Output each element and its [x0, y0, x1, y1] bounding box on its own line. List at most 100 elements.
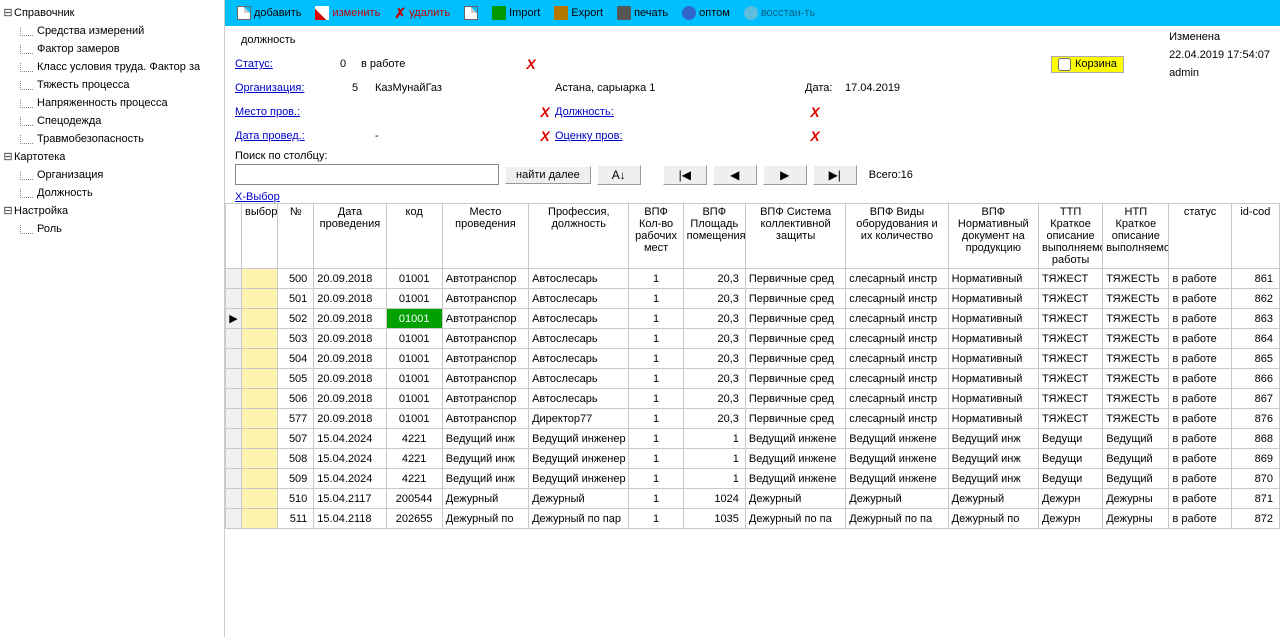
restore-icon	[744, 6, 758, 20]
tree-item[interactable]: Средства измерений	[0, 22, 224, 40]
tree-toggle-icon[interactable]: ⊟	[2, 202, 14, 220]
table-row[interactable]: 51015.04.2117200544ДежурныйДежурный11024…	[226, 489, 1280, 509]
tree-item[interactable]: Спецодежда	[0, 112, 224, 130]
org-link[interactable]: Организация:	[235, 82, 335, 94]
status-value: 0	[325, 58, 361, 70]
column-header[interactable]: ВПФ Система коллективной защиты	[745, 204, 845, 269]
column-header[interactable]: ВПФ Нормативный документ на продукцию	[948, 204, 1038, 269]
mesto-link[interactable]: Место пров.:	[235, 106, 335, 118]
korzina-checkbox[interactable]: Корзина	[1051, 56, 1124, 73]
dataprov-link[interactable]: Дата провед.:	[235, 130, 335, 142]
import-icon	[492, 6, 506, 20]
total-label: Всего:16	[869, 169, 913, 181]
sort-az-icon: A↓	[612, 168, 626, 182]
print-button[interactable]: печать	[611, 4, 674, 22]
column-header[interactable]: id-cod	[1231, 204, 1279, 269]
column-header[interactable]: Место проведения	[442, 204, 528, 269]
sort-button[interactable]: A↓	[597, 165, 641, 185]
delete-icon: ✗	[394, 6, 406, 20]
status-link[interactable]: Статус:	[235, 58, 325, 70]
tree-item[interactable]: Фактор замеров	[0, 40, 224, 58]
x-vybor-link[interactable]: X-Выбор	[225, 191, 1280, 203]
ocenka-link[interactable]: Оценку пров:	[555, 130, 635, 142]
mesto-clear-icon[interactable]: X	[535, 104, 555, 120]
tree-item[interactable]: Роль	[0, 220, 224, 238]
refresh-icon	[464, 6, 478, 20]
table-row[interactable]: 50520.09.201801001АвтотранспорАвтослесар…	[226, 369, 1280, 389]
status-text: в работе	[361, 58, 521, 70]
add-button[interactable]: добавить	[231, 4, 307, 22]
ocenka-clear-icon[interactable]: X	[805, 128, 825, 144]
tree-item[interactable]: Должность	[0, 184, 224, 202]
table-row[interactable]: 50020.09.201801001АвтотранспорАвтослесар…	[226, 269, 1280, 289]
find-next-button[interactable]: найти далее	[505, 166, 591, 184]
edit-icon	[315, 6, 329, 20]
delete-button[interactable]: ✗удалить	[388, 4, 456, 22]
edit-button[interactable]: изменить	[309, 4, 386, 22]
meta-block: Изменена 22.04.2019 17:54:07 admin	[1169, 28, 1270, 82]
table-row[interactable]: 50915.04.20244221Ведущий инжВедущий инже…	[226, 469, 1280, 489]
data-grid[interactable]: выбор№Дата проведениякодМесто проведения…	[225, 203, 1280, 529]
optom-icon	[682, 6, 696, 20]
export-icon	[554, 6, 568, 20]
tree-toggle-icon[interactable]: ⊟	[2, 148, 14, 166]
export-button[interactable]: Export	[548, 4, 609, 22]
nav-last-button[interactable]: ▶|	[813, 165, 857, 185]
next-icon: ▶	[780, 168, 789, 182]
org-value: 5	[335, 82, 375, 94]
status-clear-icon[interactable]: X	[521, 56, 541, 72]
tree-node[interactable]: Настройка	[14, 205, 68, 217]
tree-item[interactable]: Травмобезопасность	[0, 130, 224, 148]
column-header[interactable]: НТП Краткое описание выполняемой	[1103, 204, 1169, 269]
tree-item[interactable]: Класс условия труда. Фактор за	[0, 58, 224, 76]
import-button[interactable]: Import	[486, 4, 546, 22]
column-header[interactable]: статус	[1169, 204, 1231, 269]
tree-toggle-icon[interactable]: ⊟	[2, 4, 14, 22]
column-header[interactable]: ВПФ Кол-во рабочих мест	[629, 204, 683, 269]
print-icon	[617, 6, 631, 20]
nav-prev-button[interactable]: ◀	[713, 165, 757, 185]
nav-next-button[interactable]: ▶	[763, 165, 807, 185]
dolzh-link[interactable]: Должность:	[555, 106, 635, 118]
date-label: Дата:	[805, 82, 845, 94]
column-header[interactable]: Дата проведения	[314, 204, 386, 269]
table-row[interactable]: ▶50220.09.201801001АвтотранспорАвтослеса…	[226, 309, 1280, 329]
tree-node[interactable]: Справочник	[14, 7, 75, 19]
prev-icon: ◀	[730, 168, 739, 182]
tree-item[interactable]: Напряженность процесса	[0, 94, 224, 112]
column-header[interactable]: выбор	[242, 204, 278, 269]
column-header[interactable]	[226, 204, 242, 269]
dolzh-clear-icon[interactable]: X	[805, 104, 825, 120]
optom-button[interactable]: оптом	[676, 4, 736, 22]
column-header[interactable]: ВПФ Виды оборудования и их количество	[846, 204, 948, 269]
refresh-button[interactable]	[458, 4, 484, 22]
last-icon: ▶|	[829, 168, 841, 182]
date-value: 17.04.2019	[845, 82, 900, 94]
changed-at: 22.04.2019 17:54:07	[1169, 46, 1270, 64]
column-header[interactable]: №	[278, 204, 314, 269]
sidebar: ⊟СправочникСредства измеренийФактор заме…	[0, 0, 225, 637]
tree-node[interactable]: Картотека	[14, 151, 65, 163]
nav-first-button[interactable]: |◀	[663, 165, 707, 185]
search-input[interactable]	[235, 164, 499, 185]
table-row[interactable]: 50815.04.20244221Ведущий инжВедущий инже…	[226, 449, 1280, 469]
changed-user: admin	[1169, 64, 1270, 82]
table-row[interactable]: 50320.09.201801001АвтотранспорАвтослесар…	[226, 329, 1280, 349]
first-icon: |◀	[679, 168, 691, 182]
org-name: КазМунайГаз	[375, 82, 535, 94]
table-row[interactable]: 50715.04.20244221Ведущий инжВедущий инже…	[226, 429, 1280, 449]
table-row[interactable]: 51115.04.2118202655Дежурный поДежурный п…	[226, 509, 1280, 529]
column-header[interactable]: код	[386, 204, 442, 269]
table-row[interactable]: 57720.09.201801001АвтотранспорДиректор77…	[226, 409, 1280, 429]
table-row[interactable]: 50420.09.201801001АвтотранспорАвтослесар…	[226, 349, 1280, 369]
dataprov-clear-icon[interactable]: X	[535, 128, 555, 144]
restore-button[interactable]: восстан-ть	[738, 4, 821, 22]
tree-item[interactable]: Тяжесть процесса	[0, 76, 224, 94]
tree-item[interactable]: Организация	[0, 166, 224, 184]
table-row[interactable]: 50120.09.201801001АвтотранспорАвтослесар…	[226, 289, 1280, 309]
column-header[interactable]: Профессия, должность	[529, 204, 629, 269]
column-header[interactable]: ВПФ Площадь помещения	[683, 204, 745, 269]
table-row[interactable]: 50620.09.201801001АвтотранспорАвтослесар…	[226, 389, 1280, 409]
column-header[interactable]: ТТП Краткое описание выполняемой работы	[1038, 204, 1102, 269]
org-addr: Астана, сарыарка 1	[555, 82, 755, 94]
